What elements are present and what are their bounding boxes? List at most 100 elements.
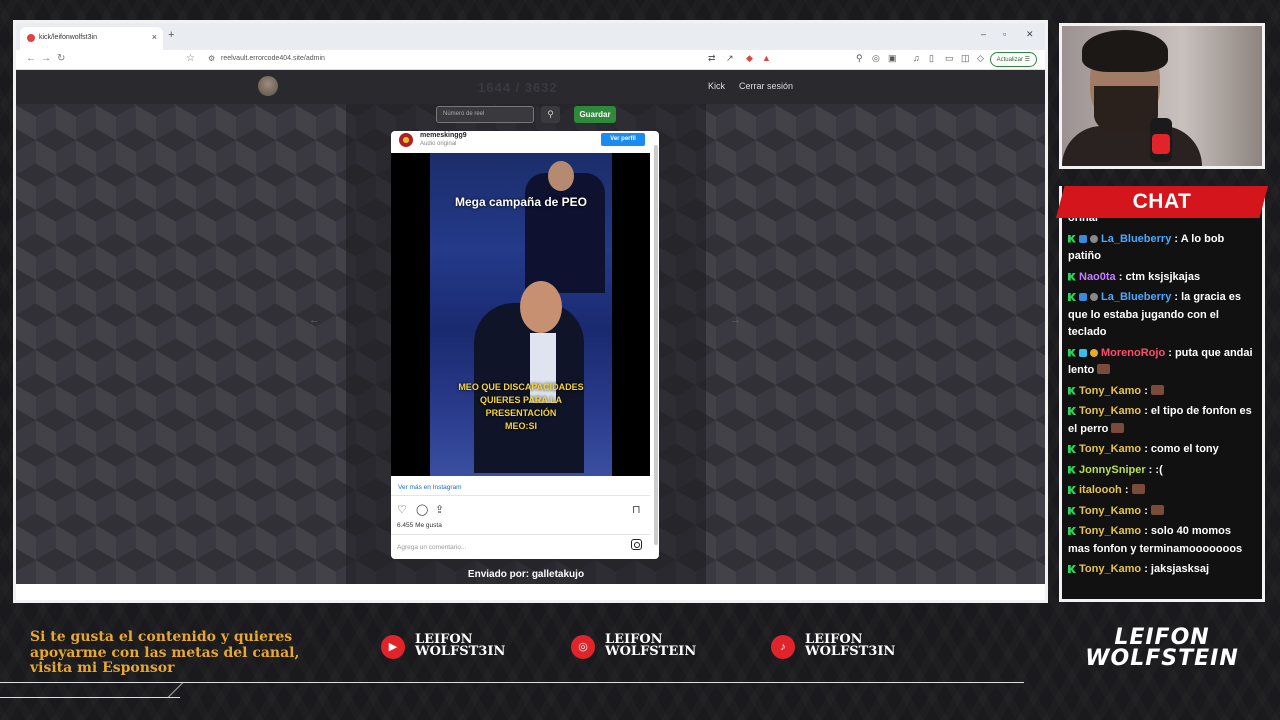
- forward-icon[interactable]: →: [41, 53, 51, 64]
- next-arrow-icon[interactable]: →: [730, 314, 741, 326]
- site-logo-avatar[interactable]: [258, 76, 278, 96]
- chat-username[interactable]: JonnySniper: [1079, 464, 1146, 476]
- chat-message: Tony_Kamo :: [1068, 383, 1256, 401]
- sponsor-text: Si te gusta el contenido y quieres apoya…: [30, 629, 300, 676]
- emote-icon: [1097, 364, 1111, 374]
- pin-icon[interactable]: ⚲: [856, 53, 863, 64]
- prev-arrow-icon[interactable]: ←: [309, 314, 320, 326]
- chat-message: italoooh :: [1068, 482, 1256, 500]
- bookmark-icon[interactable]: ⊓: [632, 503, 641, 516]
- comment-input[interactable]: Agrega un comentario...: [397, 544, 466, 551]
- ig-header: memeskingg9 Audio original Ver perfil: [391, 131, 659, 153]
- chat-message: Tony_Kamo : como el tony: [1068, 441, 1256, 459]
- sub-badge-icon: [1090, 234, 1098, 243]
- reload-icon[interactable]: ↻: [57, 53, 65, 64]
- kick-badge-icon: [1068, 527, 1076, 535]
- chat-username[interactable]: Nao0ta: [1079, 271, 1116, 283]
- gold-badge-icon: [1090, 348, 1098, 357]
- tabs-icon[interactable]: ▭: [945, 53, 954, 64]
- heart-icon[interactable]: ♡: [397, 503, 407, 516]
- chat-text: :(: [1155, 463, 1163, 476]
- window-close-icon[interactable]: ✕: [1026, 29, 1034, 40]
- gem-badge-icon: [1079, 348, 1087, 357]
- chat-username[interactable]: Tony_Kamo: [1079, 405, 1141, 417]
- chat-message: La_Blueberry : A lo bob patiño: [1068, 232, 1225, 262]
- maximize-icon[interactable]: ▫: [1003, 29, 1006, 39]
- kick-badge-icon: [1068, 565, 1076, 573]
- share-page-icon[interactable]: ↗: [726, 53, 734, 64]
- chat-message: Tony_Kamo :: [1068, 503, 1256, 521]
- comment-icon[interactable]: ◯: [416, 503, 428, 516]
- ig-username[interactable]: memeskingg9: [420, 132, 467, 139]
- screenshot-icon[interactable]: ▣: [888, 53, 897, 64]
- reel-video[interactable]: Mega campaña de PEO MEO QUE DISCAPACIDAD…: [391, 153, 650, 476]
- tab-bar: kick/leifonwolfst3in × + – ▫ ✕: [16, 23, 1045, 50]
- update-button[interactable]: Actualizar ☰: [989, 52, 1037, 67]
- webcam-overlay: [1059, 23, 1265, 169]
- instagram-handle: LEIFON WOLFSTEIN: [605, 632, 697, 659]
- instagram-icon[interactable]: [631, 539, 642, 550]
- rewards-icon[interactable]: ▲: [762, 53, 771, 63]
- chat-text: como el tony: [1150, 443, 1219, 455]
- tab-title: kick/leifonwolfst3in: [39, 34, 97, 41]
- see-more-link[interactable]: Ver más en Instagram: [398, 484, 462, 491]
- chat-username[interactable]: italoooh: [1079, 484, 1122, 496]
- browser-tab[interactable]: kick/leifonwolfst3in ×: [20, 27, 163, 50]
- chat-username[interactable]: La_Blueberry: [1101, 291, 1171, 303]
- url-field[interactable]: reelvault.errorcode404.site/admin: [221, 55, 325, 62]
- kick-badge-icon: [1068, 348, 1076, 357]
- brave-shield-icon[interactable]: ◆: [746, 53, 753, 64]
- sub-badge-icon: [1090, 293, 1098, 301]
- emote-icon: [1131, 484, 1145, 494]
- vpn-icon[interactable]: ◇: [977, 53, 984, 64]
- chat-message: Nao0ta : ctm ksjsjkajas: [1068, 269, 1256, 287]
- chat-username[interactable]: Tony_Kamo: [1079, 505, 1141, 517]
- chat-username[interactable]: Tony_Kamo: [1079, 443, 1141, 455]
- verified-badge-icon: [1079, 293, 1087, 301]
- kick-badge-icon: [1068, 272, 1076, 281]
- logout-link[interactable]: Cerrar sesión: [739, 81, 793, 91]
- site-info-icon[interactable]: ⚙: [208, 54, 215, 63]
- chat-username[interactable]: Tony_Kamo: [1079, 525, 1141, 537]
- wallet-icon[interactable]: ◫: [961, 53, 970, 64]
- nav-kick-link[interactable]: Kick: [708, 81, 725, 91]
- back-icon[interactable]: ←: [26, 53, 36, 64]
- video-caption-bottom: MEO QUE DISCAPACIDADES QUIERES PARA LA P…: [458, 382, 584, 431]
- media-icon[interactable]: ♫: [913, 53, 920, 63]
- browser-window: kick/leifonwolfst3in × + – ▫ ✕ ← → ↻ ☆ ⚙…: [13, 20, 1048, 603]
- extension-icon[interactable]: ◎: [872, 53, 880, 64]
- chat-message: MorenoRojo : puta que andai lento: [1068, 346, 1253, 376]
- save-button[interactable]: Guardar: [574, 106, 616, 123]
- kick-badge-icon: [1068, 445, 1076, 453]
- search-button[interactable]: ⚲: [541, 106, 560, 123]
- bookmark-page-icon[interactable]: ☆: [186, 53, 195, 64]
- translate-icon[interactable]: ⇄: [708, 53, 716, 64]
- chat-username[interactable]: Tony_Kamo: [1079, 563, 1141, 575]
- sidebar-icon[interactable]: ▯: [929, 53, 934, 64]
- instagram-social-icon: ◎: [571, 635, 595, 659]
- chat-username[interactable]: La_Blueberry: [1101, 233, 1171, 245]
- youtube-handle: LEIFON WOLFST3IN: [415, 632, 506, 659]
- chat-username[interactable]: MorenoRojo: [1101, 347, 1165, 359]
- new-tab-icon[interactable]: +: [168, 29, 174, 41]
- kick-badge-icon: [1068, 293, 1076, 301]
- emote-icon: [1150, 384, 1164, 395]
- ig-avatar[interactable]: [399, 133, 413, 147]
- verified-badge-icon: [1079, 234, 1087, 243]
- embed-scrollbar[interactable]: [654, 145, 658, 545]
- chat-title: CHAT: [1132, 190, 1192, 213]
- address-bar: ← → ↻ ☆ ⚙ reelvault.errorcode404.site/ad…: [16, 50, 1045, 70]
- instagram-embed: memeskingg9 Audio original Ver perfil Me…: [391, 131, 659, 559]
- search-icon: ⚲: [547, 109, 554, 119]
- minimize-icon[interactable]: –: [981, 29, 986, 39]
- view-profile-button[interactable]: Ver perfil: [601, 133, 645, 146]
- chat-username[interactable]: Tony_Kamo: [1079, 385, 1141, 397]
- share-icon[interactable]: ⇪: [435, 503, 444, 516]
- webpage: 1644 / 3632 Kick Cerrar sesión Número de…: [16, 70, 1045, 584]
- site-navbar: 1644 / 3632 Kick Cerrar sesión: [16, 70, 1045, 104]
- close-tab-icon[interactable]: ×: [152, 32, 157, 42]
- chat-message: La_Blueberry : la gracia es que lo estab…: [1068, 291, 1242, 338]
- reel-number-input[interactable]: Número de reel: [436, 106, 534, 123]
- chat-text: jaksjasksaj: [1150, 563, 1210, 575]
- ig-audio[interactable]: Audio original: [420, 141, 456, 147]
